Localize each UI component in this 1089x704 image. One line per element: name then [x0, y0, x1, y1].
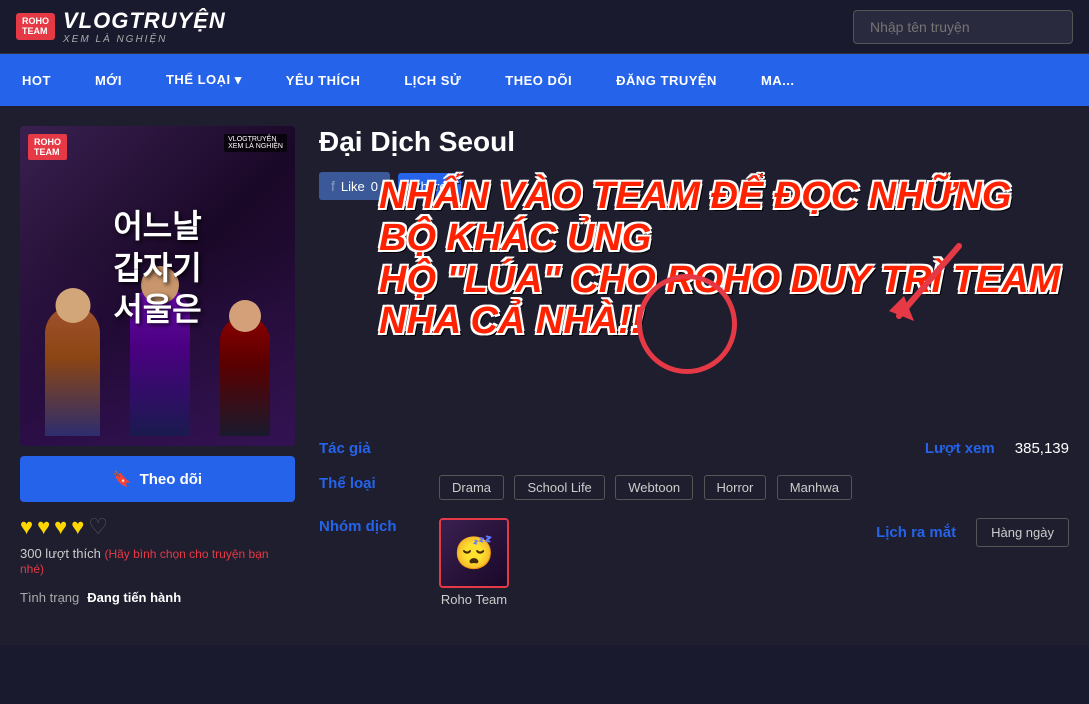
promo-arrow: [869, 226, 989, 346]
schedule-value: Hàng ngày: [976, 518, 1069, 547]
search-input[interactable]: [853, 10, 1073, 44]
meta-row-genre: Thể loại Drama School Life Webtoon Horro…: [319, 475, 1069, 500]
rating-stars[interactable]: ♥ ♥ ♥ ♥ ♡: [20, 514, 295, 540]
schedule-meta: Lịch ra mắt Hàng ngày: [876, 518, 1069, 547]
like-button[interactable]: f Like 0: [319, 172, 390, 200]
follow-label: Theo dõi: [140, 471, 203, 488]
rating-count: 300 lượt thích: [20, 546, 101, 561]
status-label: Tình trạng: [20, 590, 79, 605]
tag-webtoon[interactable]: Webtoon: [615, 475, 693, 500]
overlay-line2: HỘ "LÚA" CHO ROHO DUY TRÌ TEAM NHA CẢ NH…: [379, 260, 1069, 344]
nav-hot[interactable]: HOT: [0, 55, 73, 106]
group-info[interactable]: 😴 Roho Team: [439, 518, 509, 607]
group-avatar[interactable]: 😴: [439, 518, 509, 588]
bookmark-icon: 🔖: [113, 470, 132, 488]
author-label: Tác giả: [319, 440, 419, 457]
nav-theodoi[interactable]: THEO DÕI: [483, 55, 594, 106]
tag-drama[interactable]: Drama: [439, 475, 504, 500]
star-4[interactable]: ♥: [71, 514, 84, 540]
views-label: Lượt xem: [925, 440, 995, 457]
social-bar: f Like 0 Share: [319, 172, 1069, 200]
logo[interactable]: ROHOTEAM VLOGTRUYỆN XEM LÀ NGHIỆN: [16, 8, 226, 45]
header: ROHOTEAM VLOGTRUYỆN XEM LÀ NGHIỆN: [0, 0, 1089, 54]
avatar-emoji: 😴: [454, 534, 494, 572]
meta-section: Tác giả Lượt xem 385,139 Thể loại Drama …: [319, 440, 1069, 607]
like-count: 0: [371, 179, 378, 194]
manga-title: Đại Dịch Seoul: [319, 126, 1069, 158]
arrow-overlay: [869, 226, 989, 351]
status-value: Đang tiến hành: [87, 590, 181, 605]
tag-manhwa[interactable]: Manhwa: [777, 475, 852, 500]
logo-text-block: VLOGTRUYỆN XEM LÀ NGHIỆN: [63, 8, 226, 45]
views-value: 385,139: [1015, 440, 1069, 457]
nav-moi[interactable]: MỚI: [73, 55, 144, 106]
genre-label: Thể loại: [319, 475, 419, 492]
nav-theloai[interactable]: THỂ LOẠI: [144, 54, 264, 106]
star-1[interactable]: ♥: [20, 514, 33, 540]
status-row: Tình trạng Đang tiến hành: [20, 590, 295, 605]
follow-button[interactable]: 🔖 Theo dõi: [20, 456, 295, 502]
meta-row-author: Tác giả Lượt xem 385,139: [319, 440, 1069, 457]
cover-title-kr: 어느날갑자기서울은: [103, 206, 211, 331]
group-label: Nhóm dịch: [319, 518, 419, 535]
nav-yeuthich[interactable]: YÊU THÍCH: [264, 55, 383, 106]
tag-horror[interactable]: Horror: [704, 475, 767, 500]
logo-tag-text: ROHOTEAM: [22, 17, 49, 37]
manga-cover: ROHOTEAM VLOGTRUYỆNXEM LÀ NGHIỆN 어느날갑자기서…: [20, 126, 295, 446]
schedule-label: Lịch ra mắt: [876, 524, 956, 541]
tag-schoollife[interactable]: School Life: [514, 475, 604, 500]
logo-icon: ROHOTEAM: [16, 13, 55, 41]
meta-row-group: Nhóm dịch 😴 Roho Team Lịch ra mắt Hàng n…: [319, 518, 1069, 607]
logo-main: VLOGTRUYỆN: [63, 8, 226, 34]
star-2[interactable]: ♥: [37, 514, 50, 540]
cover-label-roho: ROHOTEAM: [28, 134, 67, 160]
cover-label-vlog: VLOGTRUYỆNXEM LÀ NGHIỆN: [224, 134, 287, 152]
nav-more[interactable]: MA...: [739, 55, 817, 106]
nav-dangtruyện[interactable]: ĐĂNG TRUYỆN: [594, 55, 739, 106]
views-meta: Lượt xem 385,139: [925, 440, 1069, 457]
logo-sub: XEM LÀ NGHIỆN: [63, 34, 226, 45]
star-5[interactable]: ♡: [88, 514, 108, 540]
main-content: ROHOTEAM VLOGTRUYỆNXEM LÀ NGHIỆN 어느날갑자기서…: [0, 106, 1089, 645]
overlay-promo: NHẤN VÀO TEAM ĐỂ ĐỌC NHỮNG BỘ KHÁC ỦNG H…: [379, 176, 1069, 343]
star-3[interactable]: ♥: [54, 514, 67, 540]
like-label: Like: [341, 179, 365, 194]
genre-tags: Drama School Life Webtoon Horror Manhwa: [439, 475, 858, 500]
group-avatar-inner: 😴: [441, 520, 507, 586]
rating-info: 300 lượt thích (Hãy bình chọn cho truyện…: [20, 546, 295, 576]
group-name: Roho Team: [441, 592, 507, 607]
facebook-icon: f: [331, 178, 335, 194]
nav-lichsu[interactable]: LỊCH SỬ: [382, 55, 483, 106]
left-panel: ROHOTEAM VLOGTRUYỆNXEM LÀ NGHIỆN 어느날갑자기서…: [20, 126, 295, 625]
right-panel: Đại Dịch Seoul f Like 0 Share NHẤN VÀO T…: [319, 126, 1069, 625]
main-nav: HOT MỚI THỂ LOẠI YÊU THÍCH LỊCH SỬ THEO …: [0, 54, 1089, 106]
share-button[interactable]: Share: [398, 173, 461, 200]
red-circle-highlight: [637, 274, 737, 374]
